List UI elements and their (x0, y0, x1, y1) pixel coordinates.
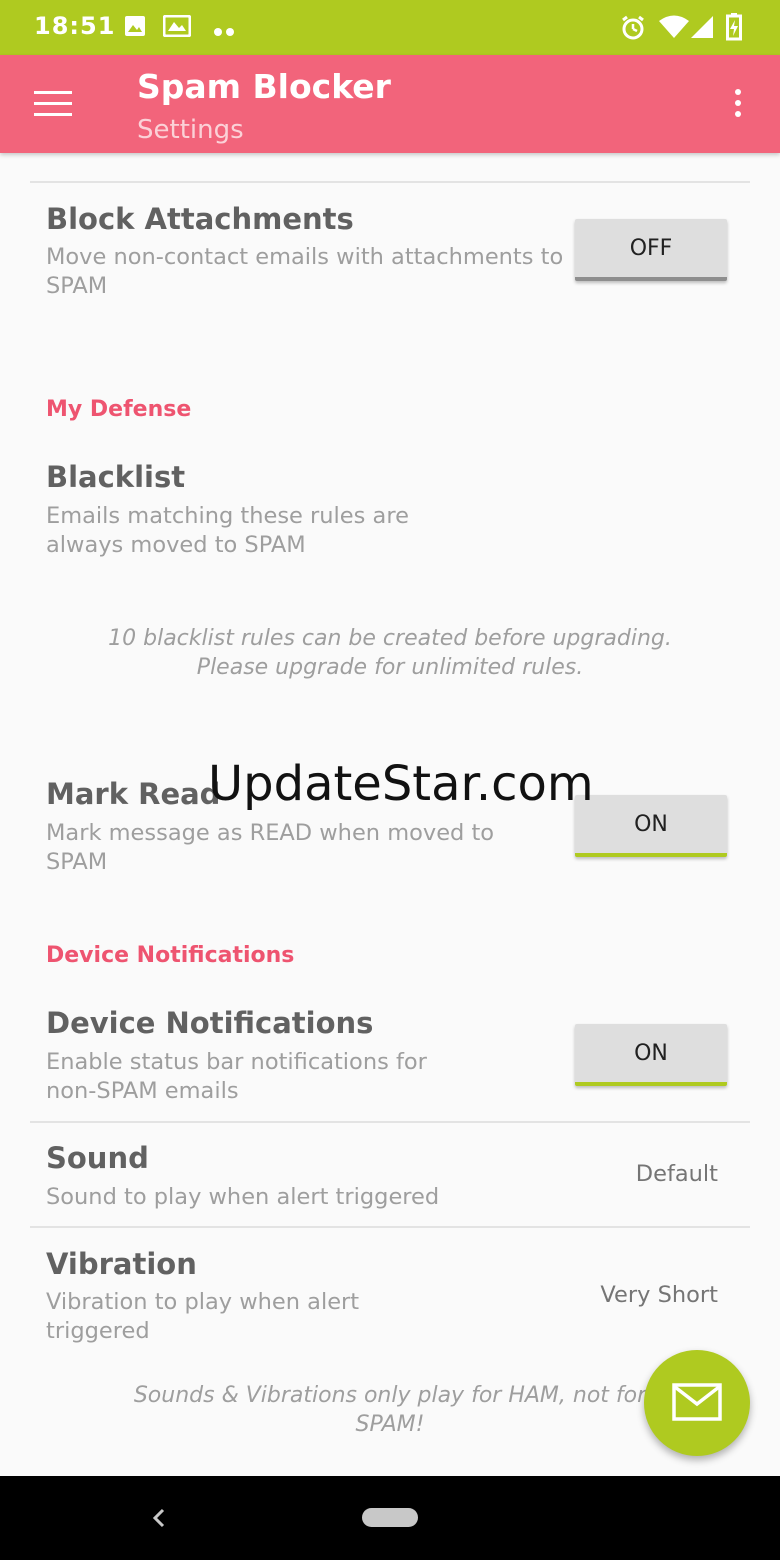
gallery-icon (162, 14, 192, 41)
device-notifications-toggle[interactable]: ON (575, 1024, 727, 1086)
back-icon[interactable] (150, 1498, 168, 1542)
section-header-device-notifications: Device Notifications (46, 943, 295, 968)
sound-subtitle: Sound to play when alert triggered (46, 1184, 440, 1210)
app-title: Spam Blocker (137, 67, 391, 106)
sound-title: Sound (46, 1141, 149, 1175)
app-bar: Spam Blocker Settings (0, 55, 780, 153)
app-subtitle: Settings (137, 115, 244, 145)
block-attachments-title: Block Attachments (46, 202, 354, 236)
sounds-vibrations-note: Sounds & Vibrations only play for HAM, n… (133, 1383, 647, 1437)
battery-icon (726, 13, 742, 45)
block-attachments-toggle[interactable]: OFF (575, 219, 727, 281)
blacklist-upgrade-note: 10 blacklist rules can be created before… (108, 626, 672, 680)
home-button[interactable] (362, 1508, 418, 1527)
navigation-bar (0, 1476, 780, 1560)
mark-read-toggle[interactable]: ON (575, 795, 727, 857)
menu-icon[interactable] (34, 91, 72, 119)
status-bar: 18:51 (0, 0, 780, 55)
more-dots-icon (214, 22, 236, 41)
mark-read-subtitle: Mark message as READ when moved to SPAM (46, 820, 495, 875)
vibration-value: Very Short (600, 1282, 718, 1308)
mark-read-title: Mark Read (46, 777, 221, 811)
alarm-icon (620, 15, 646, 45)
signal-icon (690, 15, 714, 43)
sound-value: Default (635, 1161, 718, 1187)
compose-mail-button[interactable] (644, 1350, 750, 1456)
section-header-my-defense: My Defense (46, 397, 192, 422)
wifi-icon (658, 15, 690, 43)
vibration-subtitle: Vibration to play when alert triggered (46, 1289, 360, 1344)
blacklist-subtitle: Emails matching these rules are always m… (46, 503, 409, 558)
divider (30, 1226, 750, 1228)
block-attachments-subtitle: Move non-contact emails with attachments… (46, 244, 564, 299)
divider (30, 1121, 750, 1123)
device-notifications-title: Device Notifications (46, 1006, 374, 1040)
watermark: UpdateStar.com (208, 756, 594, 812)
status-time: 18:51 (34, 12, 116, 40)
blacklist-title: Blacklist (46, 460, 186, 494)
vibration-title: Vibration (46, 1247, 197, 1281)
divider (30, 181, 750, 183)
overflow-menu-icon[interactable] (732, 89, 744, 123)
mail-icon (672, 1383, 722, 1421)
image-icon (124, 15, 146, 41)
device-notifications-subtitle: Enable status bar notifications for non-… (46, 1049, 427, 1104)
